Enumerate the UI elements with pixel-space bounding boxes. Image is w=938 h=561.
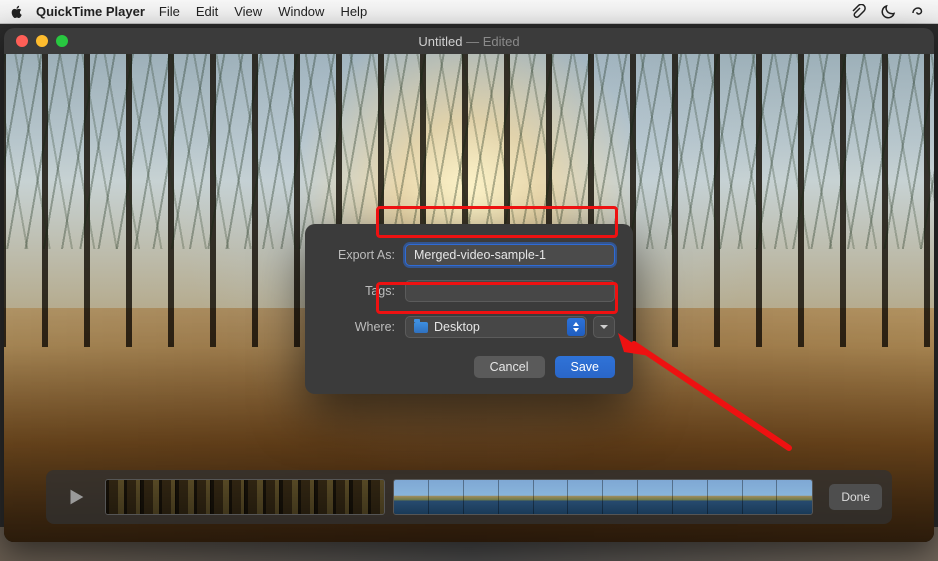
- clip-2[interactable]: [393, 479, 813, 515]
- play-button[interactable]: [56, 477, 95, 517]
- timeline[interactable]: [105, 479, 813, 515]
- tags-label: Tags:: [323, 284, 395, 298]
- menu-help[interactable]: Help: [340, 4, 367, 19]
- clip-1[interactable]: [105, 479, 385, 515]
- cancel-button[interactable]: Cancel: [474, 356, 545, 378]
- menu-extra-moon-icon[interactable]: [880, 4, 896, 20]
- where-expand-button[interactable]: [593, 316, 615, 338]
- done-button[interactable]: Done: [829, 484, 882, 510]
- export-dialog: Export As: Tags: Where: Desktop Cancel: [305, 224, 633, 394]
- menu-view[interactable]: View: [234, 4, 262, 19]
- menu-extra-swirl-icon[interactable]: [910, 4, 926, 20]
- export-as-input[interactable]: [405, 244, 615, 266]
- export-as-label: Export As:: [323, 248, 395, 262]
- window-title-main: Untitled: [418, 34, 462, 49]
- quicktime-window: Untitled — Edited Done: [4, 28, 934, 542]
- save-button[interactable]: Save: [555, 356, 616, 378]
- where-popup[interactable]: Desktop: [405, 316, 587, 338]
- popup-stepper-icon: [567, 318, 585, 336]
- folder-icon: [414, 322, 428, 333]
- where-value: Desktop: [434, 320, 480, 334]
- where-label: Where:: [323, 320, 395, 334]
- tags-input[interactable]: [405, 280, 615, 302]
- window-title: Untitled — Edited: [4, 34, 934, 49]
- menu-extra-attachment-icon[interactable]: [850, 4, 866, 20]
- window-title-suffix: — Edited: [462, 34, 519, 49]
- menu-file[interactable]: File: [159, 4, 180, 19]
- window-titlebar: Untitled — Edited: [4, 28, 934, 54]
- menubar: QuickTime Player File Edit View Window H…: [0, 0, 938, 24]
- apple-menu-icon[interactable]: [10, 5, 24, 19]
- menu-edit[interactable]: Edit: [196, 4, 218, 19]
- menu-window[interactable]: Window: [278, 4, 324, 19]
- edit-controls-bar: Done: [46, 470, 892, 524]
- app-name[interactable]: QuickTime Player: [36, 4, 145, 19]
